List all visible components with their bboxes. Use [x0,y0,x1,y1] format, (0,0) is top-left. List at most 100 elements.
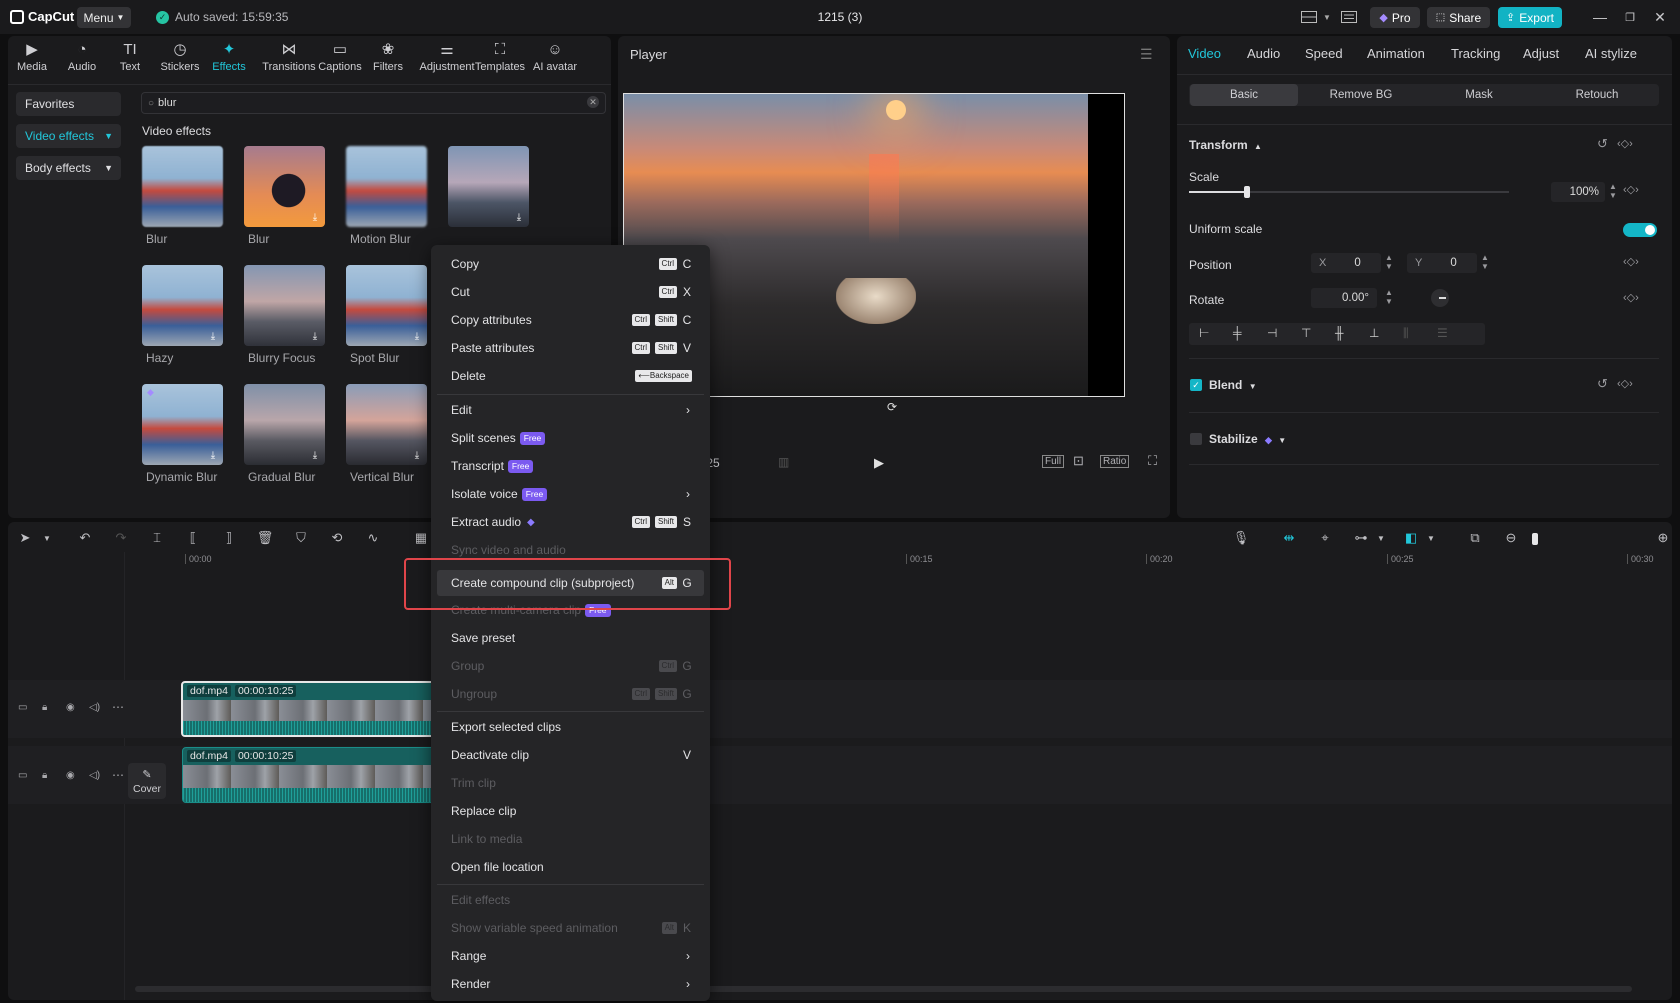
download-icon[interactable]: ⤓ [207,450,219,462]
tab-animation[interactable]: Animation [1367,46,1425,61]
position-y-stepper-icon[interactable]: ▲ ▼ [1481,253,1489,271]
tool-filters[interactable]: ❀ Filters [366,42,410,82]
clear-search-icon[interactable]: ✕ [587,96,599,108]
project-name[interactable]: 1215 (3) [740,10,940,24]
undo-icon[interactable]: ↶ [76,529,94,547]
restore-icon[interactable]: ❐ [1620,8,1640,26]
cover-button[interactable]: ✎ Cover [128,763,166,799]
split-icon[interactable]: ⌶ [148,529,166,547]
tool-captions[interactable]: ▭ Captions [318,42,362,82]
menu-item-extract-audio[interactable]: Extract audio ◆ Ctrl Shift S [437,509,704,535]
fullscreen-icon[interactable]: ⛶ [1148,453,1157,469]
redo-icon[interactable]: ↷ [112,529,130,547]
minimize-icon[interactable]: — [1590,8,1610,26]
menu-item-isolate-voice[interactable]: Isolate voice Free › [437,481,704,507]
layout-icon[interactable] [1300,9,1318,25]
effect-card[interactable]: ⤓ Gradual Blur [244,384,325,484]
scale-slider-thumb[interactable] [1243,186,1250,198]
blend-checkbox[interactable]: ✓ [1190,379,1202,391]
position-x-field[interactable]: X 0 [1311,253,1381,273]
effect-card[interactable]: ⤓ Hazy [142,265,223,365]
menu-item-save-preset[interactable]: Save preset [437,625,704,651]
tool-stickers[interactable]: ◷ Stickers [158,42,202,82]
menu-item-edit[interactable]: Edit › [437,397,704,423]
stabilize-checkbox[interactable] [1190,433,1202,445]
menu-item-copy[interactable]: Copy Ctrl C [437,251,704,277]
tool-media[interactable]: ▶ Media [10,42,54,82]
align-center-h-icon[interactable]: ╪ [1233,326,1242,340]
full-quality-button[interactable]: Full [1042,455,1065,468]
scale-slider[interactable] [1189,186,1509,198]
subtab-retouch[interactable]: Retouch [1543,84,1651,106]
microphone-icon[interactable]: 🎙 [1232,529,1250,547]
select-cursor-icon[interactable]: ➤ [16,529,34,547]
download-icon[interactable]: ⤓ [207,331,219,343]
download-icon[interactable]: ⤓ [309,450,321,462]
menu-item-open-file-location[interactable]: Open file location [437,854,704,880]
effect-card[interactable]: ⤓ Spot Blur [346,265,427,365]
zoom-slider-thumb[interactable] [1532,533,1538,545]
tool-templates[interactable]: ⛶ Templates [472,42,528,82]
blend-header[interactable]: Blend ▼ [1209,378,1257,392]
tool-text[interactable]: TI Text [108,42,152,82]
effect-card[interactable]: Blur [142,146,223,246]
menu-item-cut[interactable]: Cut Ctrl X [437,279,704,305]
share-button[interactable]: ⬚ Share [1427,7,1490,28]
download-icon[interactable]: ⤓ [513,212,525,224]
keyframe-diamond-icon[interactable]: ‹◇› [1617,137,1633,150]
keyframe-diamond-icon[interactable]: ‹◇› [1623,291,1639,304]
lock-icon[interactable]: 🔒︎ [42,702,47,713]
fit-timeline-icon[interactable]: ⧉ [1466,529,1484,547]
menu-item-deactivate-clip[interactable]: Deactivate clip V [437,742,704,768]
eye-icon[interactable]: ◉ [66,702,75,713]
more-options-icon[interactable]: ⋯ [112,768,124,782]
close-icon[interactable]: ✕ [1650,8,1670,26]
keyframe-diamond-icon[interactable]: ‹◇› [1623,183,1639,196]
tool-adjustment[interactable]: ⚌ Adjustment [418,42,476,82]
main-track-magnet-icon[interactable]: ⇹ [1280,529,1298,547]
chevron-down-icon[interactable]: ▼ [38,529,56,547]
eye-icon[interactable]: ◉ [66,770,75,781]
rotate-field[interactable]: 0.00° [1311,288,1377,308]
shortcuts-icon[interactable] [1340,9,1358,25]
effect-card[interactable]: ⤓ Vertical Blur [346,384,427,484]
tab-adjust[interactable]: Adjust [1523,46,1559,61]
effect-card[interactable]: ⤓ Blurry Focus [244,265,325,365]
more-options-icon[interactable]: ⋯ [112,700,124,714]
menu-item-delete[interactable]: Delete ⟵Backspace [437,363,704,389]
position-y-field[interactable]: Y 0 [1407,253,1477,273]
timeline-ruler[interactable]: 00:00 00:15 00:20 00:25 00:30 [125,554,1672,568]
download-icon[interactable]: ⤓ [309,331,321,343]
transform-header[interactable]: Transform ▲ [1189,138,1262,152]
menu-item-copy-attributes[interactable]: Copy attributes Ctrl Shift C [437,307,704,333]
linkage-icon[interactable]: ⊶ [1352,529,1370,547]
speaker-icon[interactable]: ◁) [89,770,100,781]
scale-value-field[interactable]: 100% [1551,182,1605,202]
category-video-effects[interactable]: Video effects ▼ [16,124,121,148]
subtab-basic[interactable]: Basic [1190,84,1298,106]
effect-card[interactable]: ◆ ⤓ Dynamic Blur [142,384,223,484]
export-button[interactable]: ⇪ Export [1498,7,1562,28]
menu-item-export-selected-clips[interactable]: Export selected clips [437,714,704,740]
preview-axis-icon[interactable]: ◧ [1402,529,1420,547]
tab-speed[interactable]: Speed [1305,46,1343,61]
align-bottom-icon[interactable]: ⊥ [1369,326,1379,340]
more-tools-icon[interactable]: ▦ [412,529,430,547]
effect-card[interactable]: Motion Blur [346,146,427,246]
download-icon[interactable]: ⤓ [411,331,423,343]
effect-card[interactable]: ⤓ Blur [244,146,325,246]
speed-curve-icon[interactable]: ∿ [364,529,382,547]
menu-item-render[interactable]: Render › [437,971,704,997]
rotate-stepper-icon[interactable]: ▲ ▼ [1385,288,1393,306]
split-left-icon[interactable]: ⟦ [184,529,202,547]
download-icon[interactable]: ⤓ [411,450,423,462]
delete-icon[interactable]: 🗑 [256,529,274,547]
tool-effects[interactable]: ✦ Effects [207,42,251,82]
crop-icon[interactable]: ⟲ [328,529,346,547]
menu-item-paste-attributes[interactable]: Paste attributes Ctrl Shift V [437,335,704,361]
lock-icon[interactable]: 🔒︎ [42,770,47,781]
reset-icon[interactable]: ↺ [1597,136,1608,152]
hamburger-menu-icon[interactable]: ☰ [1140,46,1153,63]
tab-ai-stylize[interactable]: AI stylize [1585,46,1637,61]
zoom-out-icon[interactable]: ⊖ [1502,529,1520,547]
